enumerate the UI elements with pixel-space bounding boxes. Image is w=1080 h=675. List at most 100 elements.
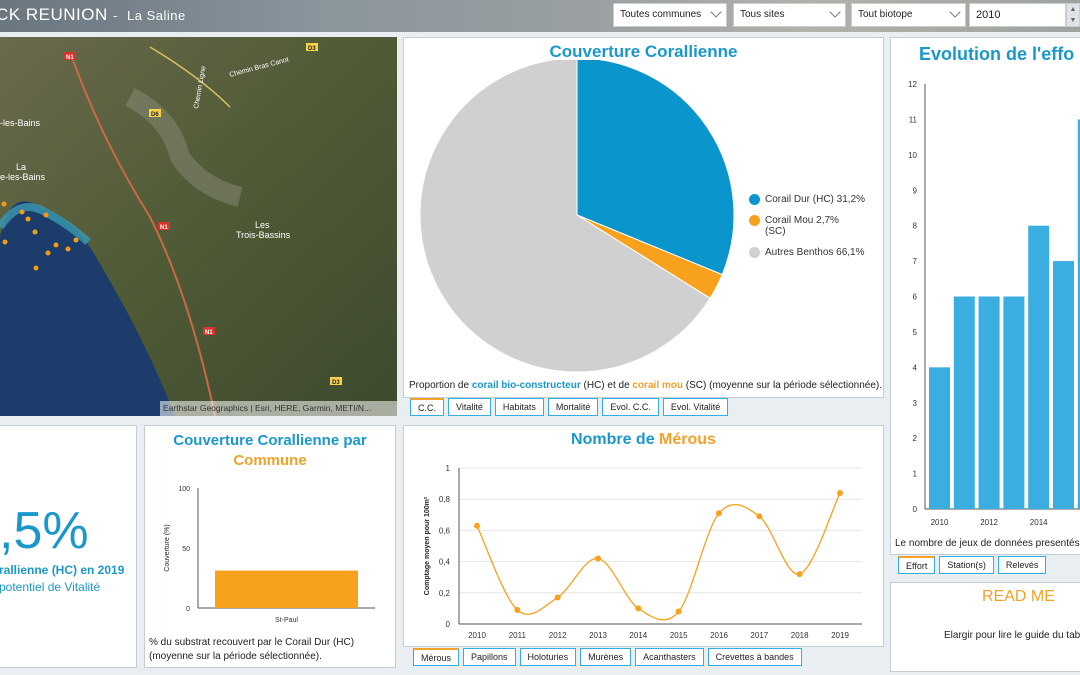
legend-item-hc[interactable]: Corail Dur (HC) 31,2% — [749, 194, 865, 205]
data-point[interactable] — [595, 555, 601, 562]
station-marker[interactable] — [1, 201, 7, 207]
data-point[interactable] — [796, 571, 803, 578]
road-sign-label: N1 — [66, 55, 74, 61]
kpi-line1: rallienne (HC) en 2019 — [0, 563, 125, 577]
site-select[interactable]: Tous sites — [733, 3, 846, 27]
map-place-label: La — [16, 162, 26, 172]
data-point[interactable] — [675, 608, 682, 615]
readme-panel[interactable]: READ ME Elargir pour lire le guide du ta… — [890, 582, 1080, 672]
y-axis-label: Couverture (%) — [164, 524, 171, 571]
effort-bar-chart[interactable]: 01234567891011122010201220142 — [891, 70, 1080, 540]
year-input[interactable]: 2010 — [969, 3, 1066, 27]
y-tick-label: 9 — [913, 186, 918, 195]
y-tick-label: 0,4 — [439, 558, 451, 567]
tab-merous[interactable]: Mérous — [413, 648, 460, 666]
bar[interactable] — [215, 570, 358, 608]
legend-item-sc[interactable]: Corail Mou 2,7% (SC) — [749, 215, 865, 237]
tab-evol-cc[interactable]: Evol. C.C. — [602, 398, 659, 416]
map-panel[interactable]: -les-Bains La e-les-Bains Les Trois-Bass… — [0, 37, 397, 416]
bar[interactable] — [978, 296, 1000, 510]
tab-evol-vitalite[interactable]: Evol. Vitalité — [662, 398, 729, 416]
bar[interactable] — [1053, 261, 1074, 509]
station-marker[interactable] — [73, 237, 79, 243]
tab-mortalite[interactable]: Mortalité — [547, 398, 599, 416]
x-tick-label: 2014 — [629, 631, 647, 640]
caption-hc: corail bio-constructeur — [471, 380, 581, 391]
legend-label-sc-wrap: Corail Mou 2,7% (SC) — [765, 215, 839, 237]
station-marker[interactable] — [65, 246, 71, 252]
commune-bar-chart[interactable]: 0 50 100 Couverture (%) St-Paul — [145, 481, 395, 631]
data-point[interactable] — [756, 513, 763, 520]
tab-cc[interactable]: C.C. — [410, 398, 444, 416]
y-tick-label: 0 — [186, 606, 190, 613]
station-marker[interactable] — [32, 229, 38, 235]
x-tick-label: 2014 — [1030, 518, 1048, 527]
commune-title: Couverture Corallienne par Commune — [145, 431, 395, 471]
data-point[interactable] — [514, 606, 521, 613]
chevron-up-icon[interactable]: ▲ — [1067, 4, 1079, 15]
station-marker[interactable] — [2, 239, 8, 245]
tab-vitalite[interactable]: Vitalité — [448, 398, 491, 416]
x-tick-label: 2011 — [509, 631, 527, 640]
effort-tabs: Effort Station(s) Relevés — [898, 556, 1047, 574]
site-subtitle: La Saline — [127, 8, 186, 23]
y-tick-label: 7 — [913, 257, 918, 266]
x-tick-label: 2013 — [589, 631, 607, 640]
station-marker[interactable] — [43, 212, 49, 218]
tab-murenes[interactable]: Murènes — [580, 648, 632, 666]
satellite-map[interactable]: -les-Bains La e-les-Bains Les Trois-Bass… — [0, 37, 397, 416]
tab-habitats[interactable]: Habitats — [494, 398, 544, 416]
data-point[interactable] — [474, 522, 480, 529]
bar[interactable] — [953, 296, 975, 510]
tab-holoturies[interactable]: Holoturies — [519, 648, 577, 666]
chevron-down-icon[interactable]: ▼ — [1067, 15, 1079, 26]
map-attribution: Earthstar Geographics | Esri, HERE, Garm… — [163, 403, 371, 413]
station-marker[interactable] — [25, 216, 31, 222]
y-tick-label: 0,8 — [439, 495, 451, 504]
merous-line-chart[interactable]: 0 0,2 0,4 0,6 0,8 1 Comptage moyen pour 100m² 2… — [404, 452, 884, 647]
y-tick-label: 5 — [913, 328, 918, 337]
tab-crevettes[interactable]: Crevettes à bandes — [707, 648, 802, 666]
kpi-value: ,5% — [0, 502, 89, 560]
map-place-label: e-les-Bains — [0, 172, 46, 182]
bar[interactable] — [1028, 225, 1050, 509]
species-tabs: Mérous Papillons Holoturies Murènes Acan… — [413, 648, 802, 666]
legend-item-other[interactable]: Autres Benthos 66,1% — [749, 247, 865, 258]
data-point[interactable] — [554, 594, 561, 601]
tab-acanthasters[interactable]: Acanthasters — [635, 648, 704, 666]
commune-select[interactable]: Toutes communes — [613, 3, 727, 27]
chevron-down-icon — [949, 6, 961, 18]
kpi-line2: potentiel de Vitalité — [0, 580, 101, 594]
tab-releves[interactable]: Relevés — [997, 556, 1047, 574]
station-marker[interactable] — [19, 209, 25, 215]
biotope-select-value: Tout biotope — [858, 9, 913, 20]
tab-papillons[interactable]: Papillons — [463, 648, 516, 666]
effort-title: Evolution de l'effo — [919, 44, 1075, 64]
y-tick-label: 4 — [913, 363, 918, 372]
year-input-value: 2010 — [976, 9, 1001, 21]
y-tick-label: 10 — [908, 151, 917, 160]
data-point[interactable] — [635, 605, 642, 612]
caption-part: Proportion de — [409, 380, 472, 391]
year-stepper[interactable]: ▲ ▼ — [1066, 3, 1080, 27]
merous-panel: Nombre de Mérous 0 0,2 0,4 0,6 0,8 1 Comptage … — [403, 425, 884, 647]
x-tick-label: 2019 — [831, 631, 849, 640]
data-point[interactable] — [716, 510, 722, 517]
series-line — [476, 492, 841, 621]
title-separator: - — [112, 8, 118, 23]
tab-effort[interactable]: Effort — [898, 556, 936, 574]
commune-title-line2: Commune — [233, 452, 307, 469]
bar[interactable] — [1003, 296, 1025, 510]
x-tick-label: 2012 — [980, 518, 998, 527]
x-tick-label: 2015 — [670, 631, 688, 640]
station-marker[interactable] — [53, 242, 59, 248]
biotope-select[interactable]: Tout biotope — [851, 3, 966, 27]
data-point[interactable] — [837, 489, 843, 496]
station-marker[interactable] — [33, 265, 39, 271]
pie-legend: Corail Dur (HC) 31,2% Corail Mou 2,7% (SC… — [749, 194, 865, 258]
chevron-down-icon — [710, 6, 722, 18]
tab-stations[interactable]: Station(s) — [939, 556, 994, 574]
road-sign-label: N1 — [160, 225, 168, 231]
bar[interactable] — [929, 367, 950, 509]
station-marker[interactable] — [45, 250, 51, 256]
